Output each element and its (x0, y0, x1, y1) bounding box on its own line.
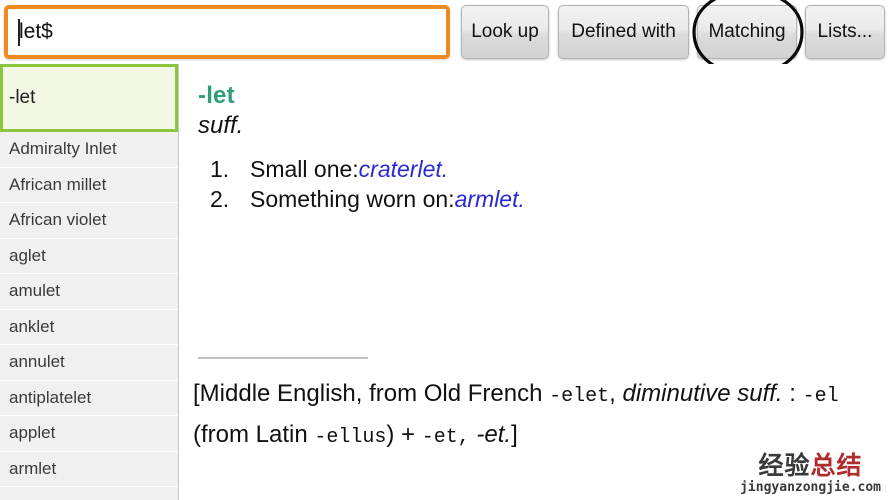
sidebar-item-armlet[interactable]: armlet (0, 451, 178, 487)
list-item-label: African violet (9, 210, 107, 230)
look-up-button[interactable]: Look up (461, 5, 549, 59)
etymology-form-et: -et, (421, 426, 470, 449)
list-item-label: -let (9, 87, 36, 108)
etymology-form-ellus: -ellus (314, 426, 387, 449)
sidebar-item-aglet[interactable]: aglet (0, 238, 178, 274)
sidebar-item-applet[interactable]: applet (0, 416, 178, 452)
search-input[interactable] (8, 9, 446, 55)
word-list-sidebar[interactable]: -let Admiralty Inlet African millet Afri… (0, 64, 179, 500)
sense-list: 1. Small one: craterlet. 2. Something wo… (210, 156, 881, 213)
text-cursor (18, 19, 20, 46)
defined-with-button[interactable]: Defined with (558, 5, 689, 59)
sense-text: Small one: (250, 156, 359, 182)
list-item-label: applet (9, 423, 56, 443)
entry-part-of-speech: suff. (198, 112, 244, 139)
lists-button[interactable]: Lists... (805, 5, 885, 59)
list-item-label: armlet (9, 458, 57, 478)
entry-headword: -let (198, 82, 235, 109)
etymology-source: Middle English, from Old French (199, 380, 550, 407)
list-item-label: annulet (9, 352, 65, 372)
sidebar-item-annulet[interactable]: annulet (0, 345, 178, 381)
list-item-label: amulet (9, 281, 61, 301)
sidebar-item-african-violet[interactable]: African violet (0, 203, 178, 239)
sense-number: 2. (210, 186, 230, 212)
sidebar-item-african-millet[interactable]: African millet (0, 167, 178, 203)
toolbar: Look up Defined with Matching Lists... (0, 0, 889, 76)
etymology-comma: , (609, 380, 623, 407)
sense-text: Something worn on: (250, 186, 455, 212)
list-item-label: African millet (9, 174, 107, 194)
sense-item: 2. Something worn on: armlet. (210, 186, 881, 213)
etymology-paren-open: (from Latin (193, 421, 315, 448)
look-up-button-label: Look up (471, 21, 539, 42)
list-item-label: antiplatelet (9, 387, 92, 407)
sense-item: 1. Small one: craterlet. (210, 156, 881, 183)
etymology-form-et-italic: -et. (476, 421, 512, 448)
sidebar-item-anklet[interactable]: anklet (0, 309, 178, 345)
sidebar-item-amulet[interactable]: amulet (0, 274, 178, 310)
etymology-form-el: -el (802, 385, 839, 408)
sense-example: armlet. (454, 186, 525, 212)
list-item-label: Admiralty Inlet (9, 139, 117, 159)
search-field-wrapper[interactable] (4, 5, 450, 59)
dictionary-app: Look up Defined with Matching Lists... -… (0, 0, 889, 500)
lists-button-label: Lists... (817, 21, 873, 42)
sidebar-item-admiralty-inlet[interactable]: Admiralty Inlet (0, 132, 178, 168)
etymology-close-bracket: ] (511, 421, 518, 448)
matching-button[interactable]: Matching (697, 5, 797, 59)
list-item-label: aglet (9, 245, 46, 265)
etymology-block: [Middle English, from Old French -elet, … (193, 375, 883, 457)
etymology-colon: : (782, 380, 803, 407)
sidebar-item-antiplatelet[interactable]: antiplatelet (0, 380, 178, 416)
etymology-open-bracket: [ (193, 380, 200, 407)
sense-number: 1. (210, 156, 230, 182)
etymology-paren-close: ) + (386, 421, 422, 448)
etymology-divider (198, 357, 368, 359)
matching-button-label: Matching (708, 21, 786, 42)
list-item-label: anklet (9, 316, 55, 336)
etymology-form-elet: -elet (549, 385, 610, 408)
defined-with-button-label: Defined with (571, 21, 676, 42)
etymology-gloss: diminutive suff. (622, 380, 783, 407)
sense-example: craterlet. (358, 156, 449, 182)
sidebar-item-let[interactable]: -let (0, 64, 178, 132)
